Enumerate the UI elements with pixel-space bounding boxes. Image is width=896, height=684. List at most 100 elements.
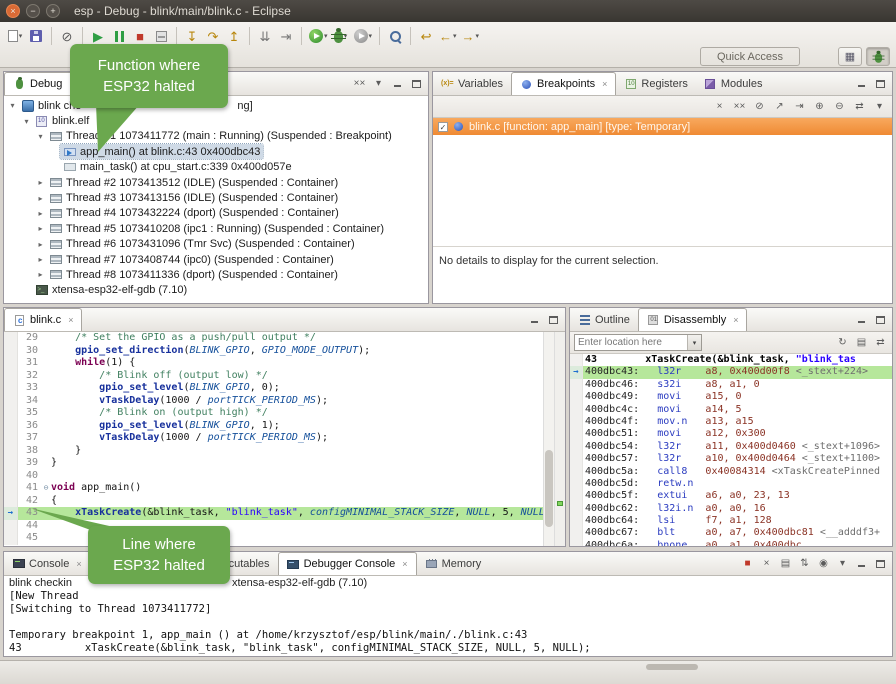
debug-tree-row[interactable]: ▸Thread #2 1073413512 (IDLE) (Suspended … [4,175,428,190]
view-menu-icon[interactable]: ▾ [371,76,386,91]
disassembly-line[interactable]: 400dbc46: s32i a8, a1, 0 [570,379,892,391]
remove-launch-icon[interactable]: × [759,556,774,571]
debug-tree-row[interactable]: ▸Thread #5 1073410208 (ipc1 : Running) (… [4,221,428,236]
disassembly-line[interactable]: 400dbc57: l32r a10, 0x400d0464 <_stext+1… [570,453,892,465]
tab-registers[interactable]: Registers [616,72,695,95]
debug-tree-row[interactable]: ▸Thread #4 1073432224 (dport) (Suspended… [4,206,428,221]
tree-collapsed-icon[interactable]: ▸ [35,224,46,233]
skip-all-breakpoints-icon[interactable]: ⊘ [57,25,77,47]
close-tab-icon[interactable]: × [733,315,738,325]
close-tab-icon[interactable]: × [602,79,607,89]
remove-selected-icon[interactable]: × [712,99,727,114]
window-close-button[interactable]: × [6,4,20,18]
scroll-lock-icon[interactable]: ⇅ [797,556,812,571]
editor-line[interactable]: 45 [4,532,542,545]
fold-marker-icon[interactable]: ⊖ [41,482,51,495]
debug-tree-row[interactable]: ▾Thread #1 1073411772 (main : Running) (… [4,129,428,144]
editor-scrollbar-thumb[interactable] [545,450,553,527]
disassembly-line[interactable]: →400dbc43: l32r a8, 0x400d00f8 <_stext+2… [570,366,892,378]
refresh-icon[interactable]: ↻ [835,335,850,350]
disassembly-line[interactable]: 400dbc5f: extui a6, a0, 23, 13 [570,490,892,502]
close-tab-icon[interactable]: × [69,79,74,89]
open-perspective-icon[interactable]: ▦ [838,47,862,66]
minimize-view-icon[interactable] [527,312,542,327]
last-edit-location-icon[interactable]: ↩ [416,25,436,47]
search-icon[interactable] [385,25,405,47]
close-tab-icon[interactable]: × [76,559,81,569]
link-with-debug-icon[interactable]: ⇄ [852,99,867,114]
debug-tree-row[interactable]: main_task() at cpu_start.c:339 0x400d057… [4,160,428,175]
editor-line[interactable]: →43 xTaskCreate(&blink_task, "blink_task… [4,507,542,520]
pin-console-icon[interactable]: ◉ [816,556,831,571]
editor-line[interactable]: 38 } [4,445,542,458]
editor-line[interactable]: 32 /* Blink off (output low) */ [4,370,542,383]
tab-memory[interactable]: Memory [417,552,490,575]
disassembly-line[interactable]: 400dbc54: l32r a11, 0x400d0460 <_stext+1… [570,441,892,453]
combo-dropdown-icon[interactable]: ▾ [687,335,701,350]
tree-collapsed-icon[interactable]: ▸ [35,240,46,249]
debug-tree-row[interactable]: ▸Thread #7 1073408744 (ipc0) (Suspended … [4,252,428,267]
minimize-view-icon[interactable] [854,556,869,571]
tree-expanded-icon[interactable]: ▾ [7,101,18,110]
skip-all-icon[interactable]: ⇥ [792,99,807,114]
go-to-file-icon[interactable]: ↗ [772,99,787,114]
maximize-view-icon[interactable] [873,76,888,91]
close-tab-icon[interactable]: × [68,315,73,325]
tree-collapsed-icon[interactable]: ▸ [35,255,46,264]
console-output[interactable]: [New Thread[Switching to Thread 10734117… [4,590,892,656]
window-minimize-button[interactable]: − [26,4,40,18]
window-maximize-button[interactable]: + [46,4,60,18]
quick-access-button[interactable]: Quick Access [700,47,800,66]
tab-debug[interactable]: Debug× [4,72,84,95]
editor-line[interactable]: 36 gpio_set_level(BLINK_GPIO, 1); [4,420,542,433]
debug-tree-row[interactable]: ▸Thread #8 1073411336 (dport) (Suspended… [4,267,428,282]
view-menu-icon[interactable]: ▾ [872,99,887,114]
editor-overview-ruler[interactable] [554,332,565,546]
forward-icon[interactable]: →▾ [460,25,482,47]
step-return-icon[interactable]: ↥ [224,25,244,47]
disassembly-line[interactable]: 400dbc5a: call8 0x40084314 <xTaskCreateP… [570,466,892,478]
disassembly-line[interactable]: 400dbc6a: bnone a0, a1, 0x400dbc [570,540,892,546]
step-into-icon[interactable]: ↧ [182,25,202,47]
editor-line[interactable]: 33 gpio_set_level(BLINK_GPIO, 0); [4,382,542,395]
tab-debugger-console[interactable]: Debugger Console× [278,552,417,575]
editor-line[interactable]: 44 [4,520,542,533]
disassembly-line[interactable]: 400dbc49: movi a15, 0 [570,391,892,403]
debug-perspective-icon[interactable] [866,47,890,66]
tab-modules[interactable]: Modules [696,72,771,95]
editor-line[interactable]: 37 vTaskDelay(1000 / portTICK_PERIOD_MS)… [4,432,542,445]
disassembly-line[interactable]: 400dbc4c: movi a14, 5 [570,404,892,416]
tree-collapsed-icon[interactable]: ▸ [35,194,46,203]
new-wizard-icon[interactable]: ▾ [5,25,25,47]
tab-breakpoints[interactable]: Breakpoints× [511,72,616,95]
maximize-view-icon[interactable] [873,312,888,327]
debug-tree-row[interactable]: ▾blink.elf [4,113,428,128]
minimize-view-icon[interactable] [854,76,869,91]
tree-collapsed-icon[interactable]: ▸ [35,270,46,279]
editor-scrollbar[interactable] [543,332,554,546]
disconnect-icon[interactable] [151,25,171,47]
run-icon[interactable]: ▾ [307,25,330,47]
code-editor[interactable]: 29 /* Set the GPIO as a push/pull output… [4,332,565,546]
tab-disassembly[interactable]: Disassembly× [638,308,748,331]
tab-executables[interactable]: Executables [185,552,278,575]
show-supported-icon[interactable]: ⊘ [752,99,767,114]
tab-blink-c[interactable]: blink.c× [4,308,82,331]
editor-line[interactable]: 29 /* Set the GPIO as a push/pull output… [4,332,542,345]
editor-line[interactable]: 30 gpio_set_direction(BLINK_GPIO, GPIO_M… [4,345,542,358]
terminate-icon[interactable]: ■ [740,556,755,571]
disassembly-line[interactable]: 400dbc62: l32i.n a0, a0, 16 [570,503,892,515]
location-combo-text[interactable]: Enter location here [575,335,687,350]
debug-tree-row[interactable]: ▸Thread #6 1073431096 (Tmr Svc) (Suspend… [4,237,428,252]
location-combo[interactable]: Enter location here ▾ [574,334,702,351]
minimize-view-icon[interactable] [854,312,869,327]
disassembly-line[interactable]: 400dbc67: blt a0, a7, 0x400dbc81 <__addd… [570,527,892,539]
debug-icon[interactable]: ▾ [331,25,351,47]
disassembly-line[interactable]: 400dbc64: lsi f7, a1, 128 [570,515,892,527]
editor-line[interactable]: 31 while(1) { [4,357,542,370]
save-icon[interactable] [26,25,46,47]
debug-tree-row[interactable]: ▾blink cheng] [4,98,428,113]
collapse-all-icon[interactable]: ⊖ [832,99,847,114]
editor-line[interactable]: 35 /* Blink on (output high) */ [4,407,542,420]
debug-tree-row[interactable]: ▸Thread #3 1073413156 (IDLE) (Suspended … [4,190,428,205]
